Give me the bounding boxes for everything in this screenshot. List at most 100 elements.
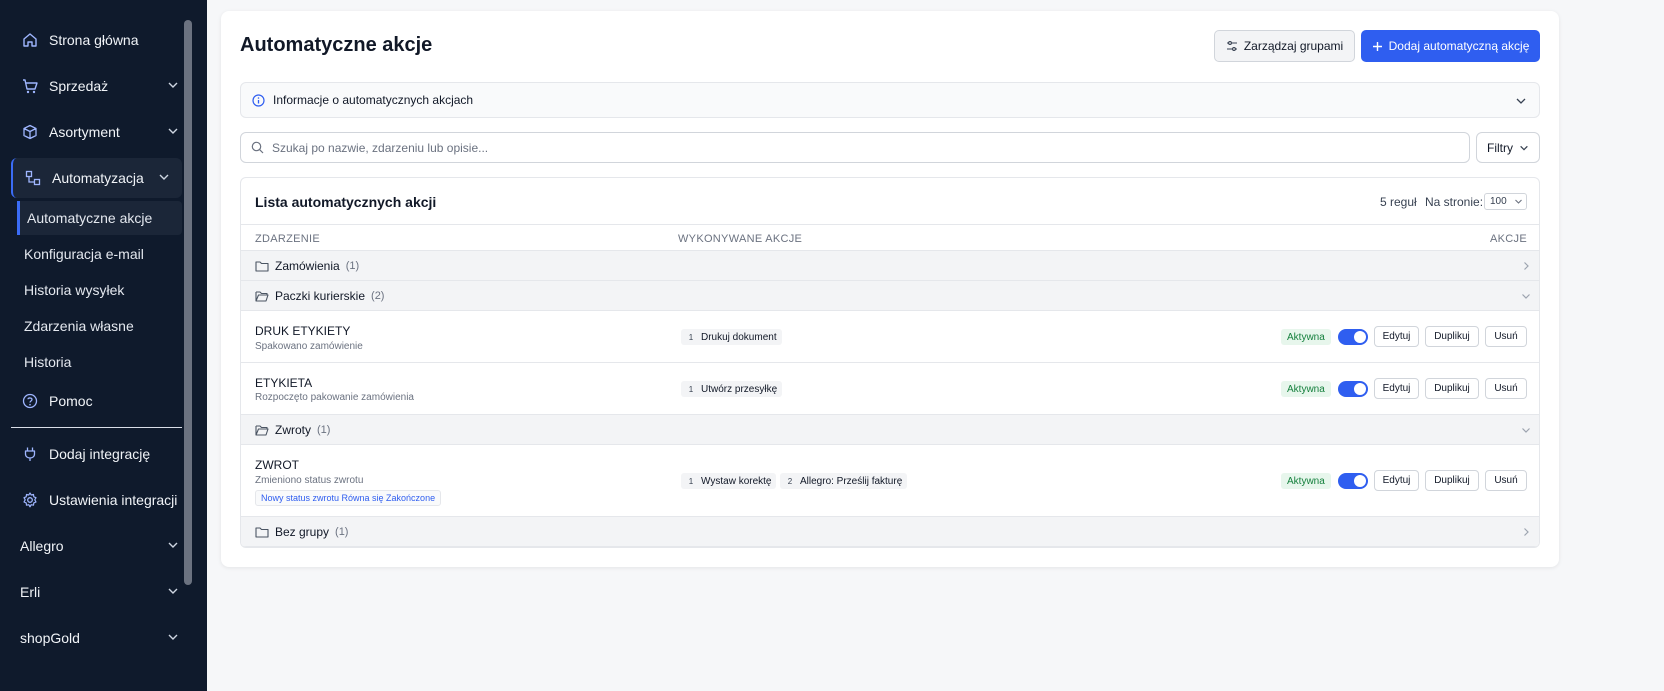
delete-button[interactable]: Usuń (1485, 326, 1527, 347)
status-badge: Aktywna (1281, 329, 1331, 345)
duplicate-button[interactable]: Duplikuj (1425, 470, 1479, 491)
sidebar-item-automation[interactable]: Automatyzacja (11, 158, 182, 198)
chevron-down-icon (1522, 428, 1530, 433)
search-bar (240, 132, 1470, 163)
sidebar-group-erli[interactable]: Erli (0, 572, 193, 612)
info-icon (252, 93, 265, 107)
group-row-no-group[interactable]: Bez grupy (1) (241, 517, 1539, 547)
per-page-select[interactable]: 100 (1484, 193, 1527, 210)
folder-open-icon (255, 424, 269, 436)
edit-button[interactable]: Edytuj (1374, 470, 1419, 491)
plus-icon (1372, 41, 1382, 51)
chevron-down-icon (1522, 294, 1530, 299)
group-name: Bez grupy (275, 524, 330, 539)
search-input[interactable] (272, 140, 1422, 155)
sidebar-subitem-history[interactable]: Historia (17, 345, 182, 379)
sidebar-item-label: Strona główna (49, 32, 139, 48)
cart-icon (21, 77, 39, 95)
per-page-label: Na stronie: (1425, 195, 1484, 209)
chevron-down-icon (1515, 199, 1522, 204)
condition-badge: Nowy status zwrotu Równa się Zakończone (255, 490, 442, 506)
sidebar-item-integration-settings[interactable]: Ustawienia integracji (0, 480, 193, 520)
action-chip: 1 Wystaw korektę (681, 473, 777, 489)
rule-event: Rozpoczęto pakowanie zamówienia (255, 392, 414, 403)
rule-event: Spakowano zamówienie (255, 341, 363, 352)
group-name: Zamówienia (275, 258, 340, 273)
group-count: (2) (371, 289, 385, 302)
sidebar-item-label: Automatyzacja (52, 170, 144, 186)
sidebar-item-home[interactable]: Strona główna (0, 20, 193, 60)
sidebar-item-add-integration[interactable]: Dodaj integrację (0, 434, 193, 474)
help-icon (21, 392, 39, 410)
chevron-down-icon (159, 174, 169, 180)
page-title: Automatyczne akcje (240, 34, 433, 56)
sidebar-item-label: Pomoc (49, 393, 93, 409)
table-header: ZDARZENIE WYKONYWANE AKCJE AKCJE (241, 224, 1539, 251)
sidebar-subitem-custom-events[interactable]: Zdarzenia własne (17, 309, 182, 343)
action-chip: 2 Allegro: Prześlij fakturę (780, 473, 908, 489)
sidebar-group-shopgold[interactable]: shopGold (0, 618, 193, 658)
sidebar-item-label: Sprzedaż (49, 78, 109, 94)
chevron-down-icon (1516, 98, 1526, 104)
sidebar-subitem-email-config[interactable]: Konfiguracja e-mail (17, 237, 182, 271)
sidebar-item-assortment[interactable]: Asortyment (0, 112, 193, 152)
edit-button[interactable]: Edytuj (1374, 326, 1419, 347)
column-header-event: ZDARZENIE (255, 233, 321, 245)
rules-list: Lista automatycznych akcji 5 reguł Na st… (240, 177, 1540, 548)
chevron-right-icon (1524, 262, 1529, 270)
sidebar: Strona główna Sprzedaż Asortyment Automa… (0, 0, 207, 691)
chevron-down-icon (168, 634, 178, 640)
automation-icon (24, 169, 42, 187)
sidebar-subitem-auto-actions[interactable]: Automatyczne akcje (17, 201, 182, 235)
sidebar-scrollbar[interactable] (184, 20, 192, 585)
sidebar-item-label: Dodaj integrację (49, 446, 151, 462)
group-name: Zwroty (275, 422, 311, 437)
group-count: (1) (317, 423, 331, 436)
action-number: 2 (787, 476, 793, 486)
folder-icon (255, 260, 269, 272)
chevron-down-icon (168, 82, 178, 88)
info-accordion[interactable]: Informacje o automatycznych akcjach (240, 82, 1540, 118)
duplicate-button[interactable]: Duplikuj (1425, 326, 1479, 347)
plug-icon (21, 445, 39, 463)
sidebar-subitem-send-history[interactable]: Historia wysyłek (17, 273, 182, 307)
group-row-orders[interactable]: Zamówienia (1) (241, 251, 1539, 281)
group-name: Paczki kurierskie (275, 288, 366, 303)
chevron-right-icon (1524, 528, 1529, 536)
home-icon (21, 31, 39, 49)
rule-name: ZWROT (255, 458, 299, 472)
sidebar-item-sales[interactable]: Sprzedaż (0, 66, 193, 106)
status-badge: Aktywna (1281, 473, 1331, 489)
folder-icon (255, 526, 269, 538)
search-icon (251, 141, 264, 154)
chevron-down-icon (168, 588, 178, 594)
duplicate-button[interactable]: Duplikuj (1425, 378, 1479, 399)
delete-button[interactable]: Usuń (1485, 378, 1527, 399)
action-number: 1 (688, 476, 694, 486)
filters-button[interactable]: Filtry (1476, 132, 1540, 163)
edit-button[interactable]: Edytuj (1374, 378, 1419, 399)
sidebar-item-help[interactable]: Pomoc (0, 381, 193, 421)
group-row-courier-packages[interactable]: Paczki kurierskie (2) (241, 281, 1539, 311)
action-number: 1 (688, 384, 694, 394)
sidebar-group-allegro[interactable]: Allegro (0, 526, 193, 566)
active-toggle[interactable] (1338, 473, 1368, 489)
rule-row: ETYKIETA Rozpoczęto pakowanie zamówienia… (241, 363, 1539, 415)
action-chip: 1 Drukuj dokument (681, 329, 782, 345)
status-badge: Aktywna (1281, 381, 1331, 397)
active-toggle[interactable] (1338, 381, 1368, 397)
active-toggle[interactable] (1338, 329, 1368, 345)
manage-groups-button[interactable]: Zarządzaj grupami (1214, 30, 1355, 62)
group-count: (1) (335, 525, 349, 538)
delete-button[interactable]: Usuń (1485, 470, 1527, 491)
action-chip: 1 Utwórz przesyłkę (681, 381, 783, 397)
rule-name: ETYKIETA (255, 376, 313, 390)
box-icon (21, 123, 39, 141)
chevron-down-icon (168, 542, 178, 548)
sidebar-item-label: Ustawienia integracji (49, 492, 178, 508)
add-action-button[interactable]: Dodaj automatyczną akcję (1361, 30, 1540, 62)
group-row-returns[interactable]: Zwroty (1) (241, 415, 1539, 445)
column-header-actions: WYKONYWANE AKCJE (678, 233, 803, 245)
action-label: Utwórz przesyłkę (701, 383, 778, 395)
rule-event: Zmieniono status zwrotu (255, 475, 364, 486)
